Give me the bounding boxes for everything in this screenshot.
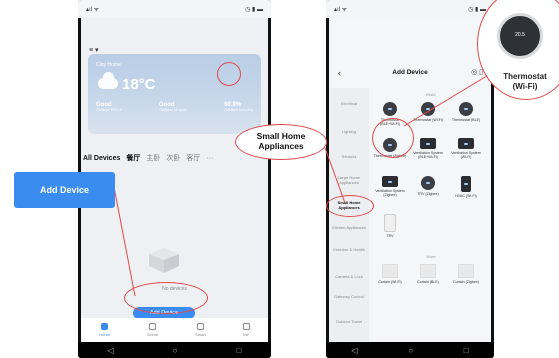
back-nav-icon[interactable]: ◁	[351, 346, 357, 355]
scene-icon	[149, 323, 157, 330]
ventilation-icon	[420, 138, 436, 149]
weather-stat: Good Outdoor air quali	[158, 102, 187, 112]
nav-me[interactable]: Me	[242, 323, 250, 337]
ventilation-icon	[458, 138, 474, 149]
thermostat-icon: 20.5	[497, 13, 543, 59]
hvac-icon	[461, 176, 471, 192]
status-bar: ▴ıl ᯤ ◷ ▮ ▬	[78, 0, 271, 18]
device-tile[interactable]: Thermostat (BLE)	[449, 102, 483, 122]
category-item[interactable]: Large Home Appliances	[331, 175, 367, 186]
weather-stat: 60.9% Outdoor humidity	[224, 102, 253, 112]
android-nav-bar: ◁ ○ □	[326, 342, 494, 358]
highlight-add-device	[124, 282, 208, 314]
device-tile[interactable]: HVAC (Wi-Fi)	[449, 176, 483, 198]
device-tile[interactable]: Curtain (Wi-Fi)	[373, 264, 407, 284]
highlight-plus	[217, 62, 241, 86]
trv-valve-icon	[384, 214, 396, 232]
curtain-icon	[382, 264, 398, 278]
add-device-screen: ‹ Add Device ◎ ▯ Electrical Lighting Sen…	[329, 18, 491, 342]
device-tile[interactable]: Ventilation System (BLE+Wi-Fi)	[411, 138, 445, 160]
recents-nav-icon[interactable]: □	[464, 346, 469, 355]
thermostat-icon	[383, 102, 397, 116]
home-nav-icon[interactable]: ○	[408, 346, 413, 355]
cloud-icon	[98, 72, 118, 89]
category-item[interactable]: Electrical	[331, 101, 367, 107]
thermostat-icon	[459, 102, 473, 116]
tab-room[interactable]: 次卧	[166, 153, 180, 163]
phone-add-device-screen: ▴ıl ᯤ ◷ ▮ ▬ ‹ Add Device ◎ ▯ Electrical L…	[326, 0, 494, 358]
category-item[interactable]: Camera & Lock	[331, 274, 367, 280]
home-icon	[101, 323, 109, 330]
me-icon	[242, 323, 250, 330]
highlight-thermostat-wifi	[372, 118, 414, 158]
add-device-callout: Add Device	[14, 172, 115, 208]
ventilation-icon	[382, 176, 398, 187]
tab-room[interactable]: 客厅	[186, 153, 200, 163]
home-nav-icon[interactable]: ○	[173, 346, 178, 355]
trv-icon	[421, 176, 435, 190]
more-tabs-icon[interactable]: ···	[206, 155, 213, 162]
device-tile[interactable]: Curtain (Zigbee)	[449, 264, 483, 284]
device-tile-thermostat-wifi[interactable]: Thermostat (Wi-Fi)	[411, 102, 445, 122]
thermostat-icon	[421, 102, 435, 116]
section-title: HVAC	[425, 92, 437, 97]
tab-room[interactable]: 餐厅	[126, 153, 140, 163]
curtain-icon	[420, 264, 436, 278]
weather-stat: Good Outdoor PM2.5	[96, 102, 122, 112]
device-tile[interactable]: Ventilation System (Zigbee)	[373, 176, 407, 198]
thermostat-callout-label: Thermostat (Wi-Fi)	[503, 72, 547, 91]
device-tile[interactable]: TRV (Zigbee)	[411, 176, 445, 196]
category-item[interactable]: Gateway Control	[331, 294, 367, 300]
category-item[interactable]: Exercise & Health	[331, 247, 367, 253]
home-name: Cloy Home	[96, 62, 121, 68]
category-item[interactable]: Lighting	[331, 129, 367, 135]
bottom-nav: Home Scene Smart Me	[81, 318, 268, 342]
recents-nav-icon[interactable]: □	[237, 346, 242, 355]
nav-home[interactable]: Home	[99, 323, 110, 337]
tab-all-devices[interactable]: All Devices	[83, 155, 120, 162]
room-tabs: All Devices 餐厅 主卧 次卧 客厅 ···	[81, 152, 268, 164]
category-item[interactable]: Outdoor Travel	[331, 319, 367, 325]
menu-icon[interactable]: ≡ ▾	[89, 46, 99, 54]
empty-box-icon	[149, 248, 179, 273]
small-home-appliances-callout: Small Home Appliances	[235, 124, 327, 160]
nav-scene[interactable]: Scene	[147, 323, 158, 337]
category-item[interactable]: Kitchen Appliances	[331, 225, 367, 231]
device-tile[interactable]: Ventilation System (Wi-Fi)	[449, 138, 483, 160]
back-nav-icon[interactable]: ◁	[108, 346, 114, 355]
temperature: 18°C	[122, 76, 156, 93]
page-title: Add Device	[392, 69, 428, 76]
device-tile[interactable]: Curtain (BLE)	[411, 264, 445, 284]
section-title: More	[426, 254, 436, 259]
android-nav-bar: ◁ ○ □	[78, 342, 271, 358]
nav-smart[interactable]: Smart	[195, 323, 206, 337]
tab-room[interactable]: 主卧	[146, 153, 160, 163]
smart-icon	[196, 323, 204, 330]
status-bar: ▴ıl ᯤ ◷ ▮ ▬	[326, 0, 494, 18]
highlight-small-home	[326, 195, 374, 217]
category-item[interactable]: Sensors	[331, 154, 367, 160]
device-tile[interactable]: TRV	[373, 214, 407, 238]
curtain-icon	[458, 264, 474, 278]
